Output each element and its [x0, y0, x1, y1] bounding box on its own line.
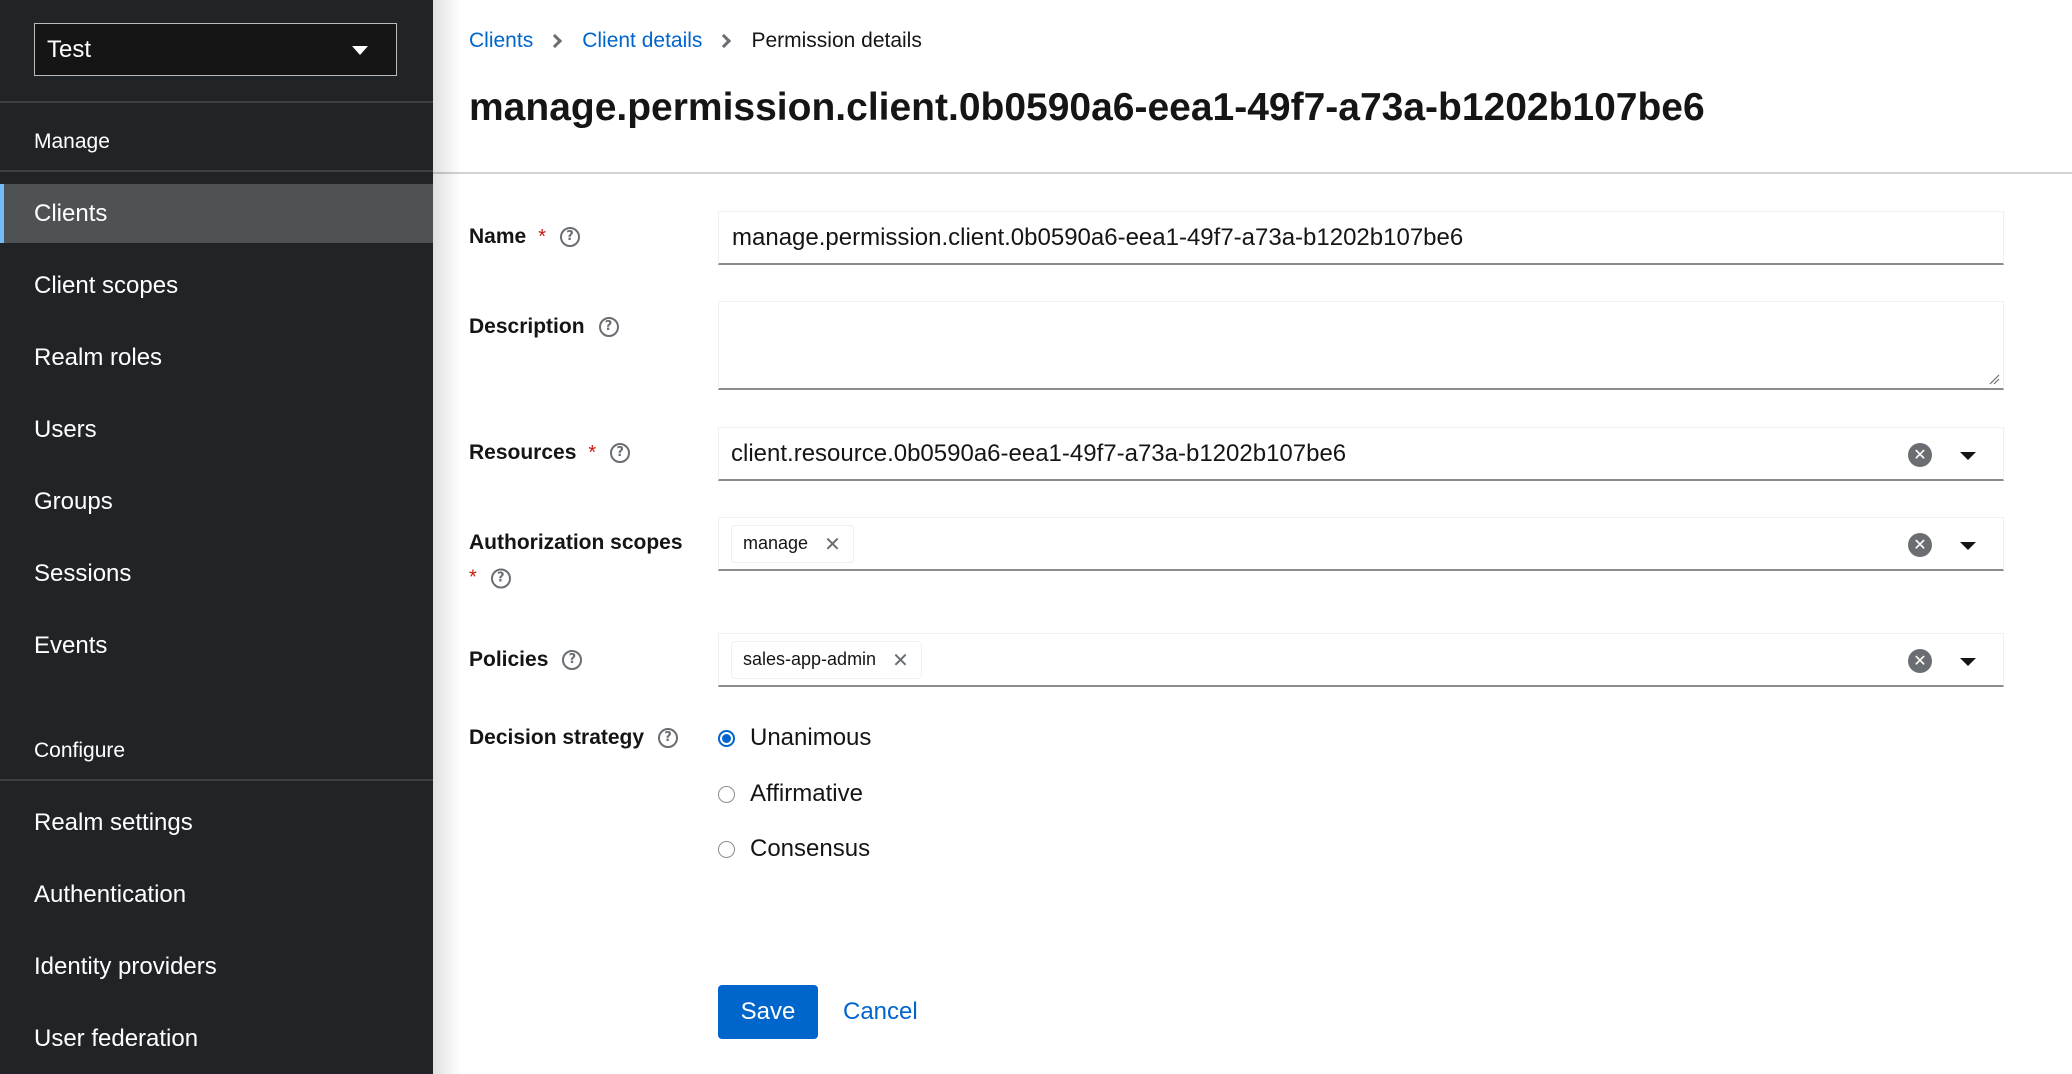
sidebar-item-realm-roles[interactable]: Realm roles: [0, 328, 433, 387]
clear-icon[interactable]: ✕: [1908, 649, 1932, 673]
sidebar-item-groups[interactable]: Groups: [0, 472, 433, 531]
required-marker: *: [538, 225, 546, 248]
radio-label: Unanimous: [750, 724, 872, 751]
chip-label: manage: [743, 533, 809, 553]
chevron-right-icon: [717, 33, 732, 49]
cancel-button[interactable]: Cancel: [843, 985, 918, 1039]
remove-chip-icon[interactable]: ✕: [892, 648, 909, 672]
policies-label: Policies ?: [469, 648, 583, 672]
sidebar-item-label: Realm settings: [34, 808, 193, 836]
save-button[interactable]: Save: [718, 985, 818, 1039]
sidebar-item-events[interactable]: Events: [0, 616, 433, 675]
realm-selector[interactable]: Test: [34, 23, 397, 76]
caret-down-icon[interactable]: [1960, 542, 1976, 550]
sidebar-item-label: Realm roles: [34, 343, 163, 371]
radio-consensus[interactable]: Consensus: [718, 835, 870, 863]
radio-button[interactable]: [718, 785, 735, 803]
sidebar-item-label: Users: [34, 415, 97, 443]
sidebar-divider: [0, 779, 433, 781]
description-label-text: Description: [469, 315, 585, 338]
description-textarea[interactable]: [718, 301, 2004, 390]
caret-down-icon: [352, 46, 368, 55]
authorization-scopes-label-line2: * ?: [469, 567, 511, 590]
help-icon[interactable]: ?: [490, 568, 511, 588]
help-icon[interactable]: ?: [658, 728, 679, 748]
caret-down-icon[interactable]: [1960, 658, 1976, 666]
chevron-right-icon: [548, 33, 563, 49]
decision-strategy-label-text: Decision strategy: [469, 726, 645, 749]
radio-button[interactable]: [718, 840, 735, 858]
help-icon[interactable]: ?: [598, 317, 619, 337]
name-input[interactable]: manage.permission.client.0b0590a6-eea1-4…: [718, 211, 2004, 265]
sidebar-section-configure: Configure: [34, 739, 126, 762]
sidebar-item-client-scopes[interactable]: Client scopes: [0, 256, 433, 315]
sidebar-item-label: Events: [34, 631, 108, 659]
caret-down-icon[interactable]: [1960, 452, 1976, 460]
chip: sales-app-admin ✕: [731, 640, 922, 679]
clear-icon[interactable]: ✕: [1908, 533, 1932, 557]
sidebar-item-label: Identity providers: [34, 952, 217, 980]
breadcrumb-current: Permission details: [751, 29, 922, 52]
help-icon[interactable]: ?: [562, 650, 583, 670]
decision-strategy-label: Decision strategy ?: [469, 726, 679, 750]
description-label: Description ?: [469, 315, 619, 339]
sidebar-item-realm-settings[interactable]: Realm settings: [0, 793, 433, 852]
page-title: manage.permission.client.0b0590a6-eea1-4…: [469, 86, 1705, 129]
radio-label: Affirmative: [750, 780, 863, 807]
header-divider: [433, 172, 2072, 174]
name-input-value: manage.permission.client.0b0590a6-eea1-4…: [732, 223, 1464, 251]
remove-chip-icon[interactable]: ✕: [824, 532, 841, 556]
radio-button-checked[interactable]: [718, 729, 735, 747]
sidebar-item-label: Sessions: [34, 559, 132, 587]
realm-selector-value: Test: [47, 35, 92, 63]
radio-affirmative[interactable]: Affirmative: [718, 780, 863, 808]
chip: manage ✕: [731, 524, 854, 563]
chip-label: sales-app-admin: [743, 649, 877, 669]
sidebar-item-clients[interactable]: Clients: [0, 184, 433, 243]
sidebar-item-identity-providers[interactable]: Identity providers: [0, 937, 433, 996]
radio-unanimous[interactable]: Unanimous: [718, 724, 871, 752]
help-icon[interactable]: ?: [560, 227, 580, 247]
sidebar-shadow: [433, 0, 461, 1074]
breadcrumb-clients[interactable]: Clients: [469, 29, 533, 53]
sidebar-divider: [0, 101, 433, 103]
policies-select[interactable]: sales-app-admin ✕ ✕: [718, 633, 2004, 687]
required-marker: *: [469, 566, 477, 589]
sidebar-item-label: Client scopes: [34, 271, 179, 299]
authorization-scopes-label: Authorization scopes: [469, 531, 683, 555]
sidebar-section-manage: Manage: [34, 130, 110, 153]
resources-select-value: client.resource.0b0590a6-eea1-49f7-a73a-…: [731, 439, 1347, 467]
name-label-text: Name: [469, 225, 527, 248]
required-marker: *: [588, 441, 597, 464]
resources-label: Resources * ?: [469, 441, 631, 465]
help-icon[interactable]: ?: [610, 443, 631, 463]
sidebar-item-label: Clients: [34, 199, 108, 227]
sidebar-item-label: User federation: [34, 1024, 199, 1052]
sidebar-item-label: Authentication: [34, 880, 187, 908]
name-label: Name * ?: [469, 225, 580, 249]
sidebar-item-users[interactable]: Users: [0, 400, 433, 459]
authorization-scopes-label-text: Authorization scopes: [469, 531, 683, 554]
authorization-scopes-select[interactable]: manage ✕ ✕: [718, 517, 2004, 571]
radio-label: Consensus: [750, 835, 871, 862]
resources-select[interactable]: client.resource.0b0590a6-eea1-49f7-a73a-…: [718, 427, 2004, 481]
breadcrumb-client-details[interactable]: Client details: [582, 29, 702, 53]
policies-label-text: Policies: [469, 648, 549, 671]
resources-label-text: Resources: [469, 441, 577, 464]
sidebar-item-authentication[interactable]: Authentication: [0, 865, 433, 924]
sidebar-divider: [0, 170, 433, 172]
sidebar-item-sessions[interactable]: Sessions: [0, 544, 433, 603]
resize-handle-icon[interactable]: [1988, 373, 2000, 385]
clear-icon[interactable]: ✕: [1908, 443, 1932, 467]
breadcrumb: Clients Client details Permission detail…: [469, 27, 922, 55]
sidebar: Test Manage Clients Client scopes Realm …: [0, 0, 433, 1074]
sidebar-item-label: Groups: [34, 487, 113, 515]
sidebar-item-user-federation[interactable]: User federation: [0, 1009, 433, 1068]
